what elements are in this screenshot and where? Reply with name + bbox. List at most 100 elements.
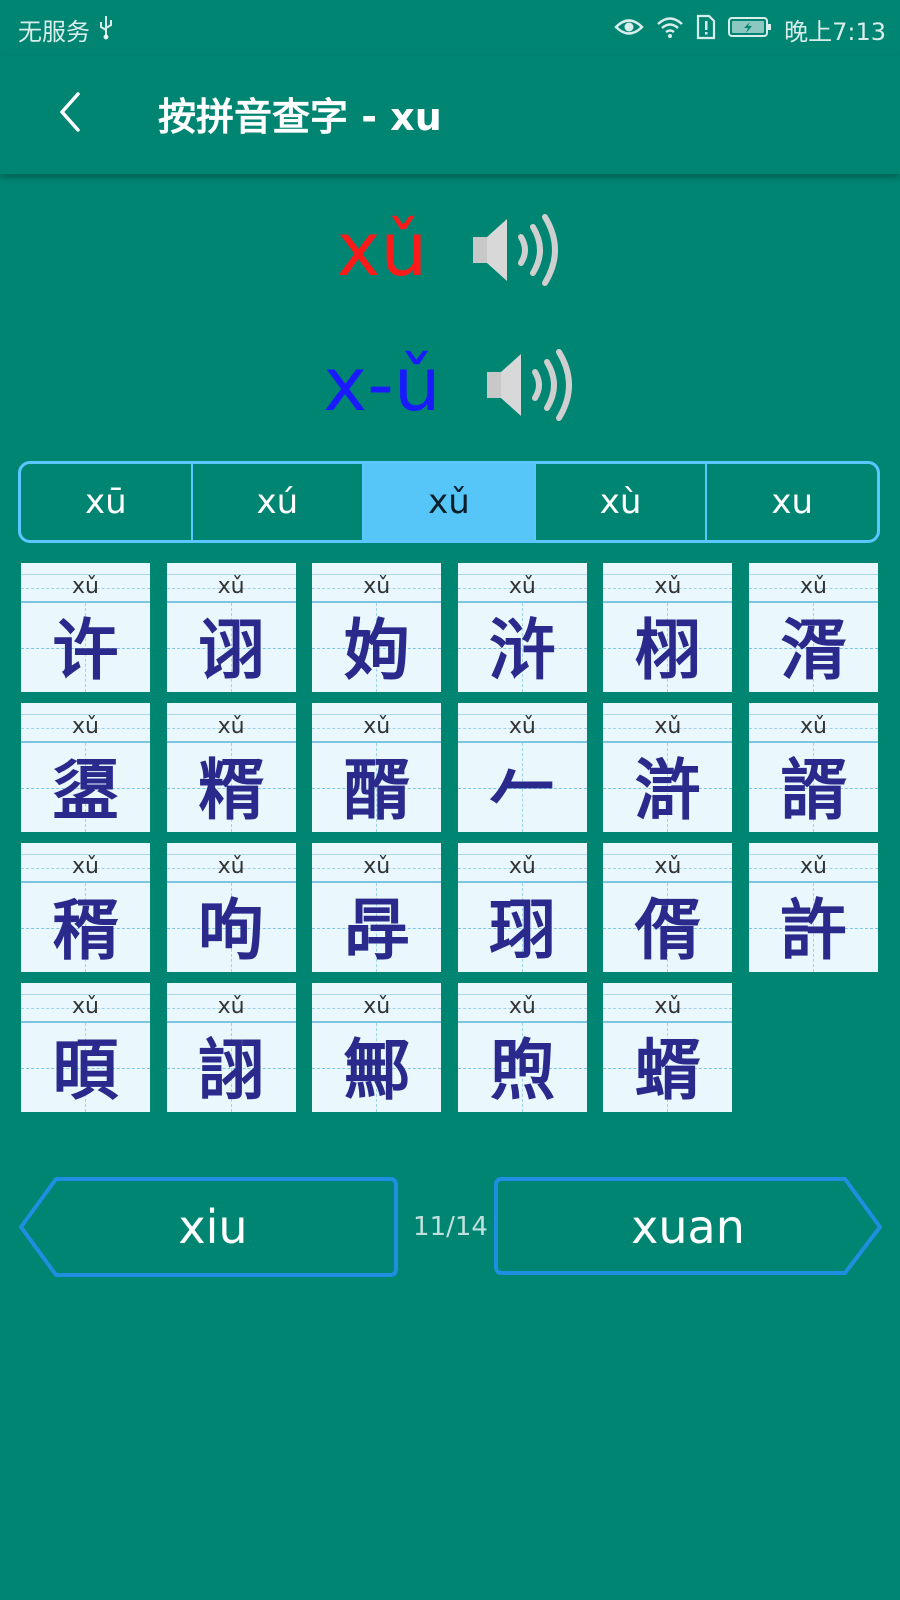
character-card[interactable]: xǔ 煦	[457, 983, 587, 1112]
character-card[interactable]: xǔ 稰	[21, 843, 150, 972]
character-glyph: 鄦	[343, 1032, 410, 1109]
character-pinyin: xǔ	[363, 994, 391, 1019]
character-pinyin: xǔ	[800, 854, 827, 879]
next-syllable-button[interactable]: xuan	[493, 1176, 883, 1278]
character-card[interactable]: xǔ 呴	[166, 843, 296, 972]
page-title: 按拼音查字 - xu	[158, 95, 442, 139]
character-glyph: 湑	[780, 612, 847, 689]
character-card[interactable]: xǔ 暊	[21, 983, 150, 1112]
character-glyph: 稰	[52, 892, 119, 969]
character-card[interactable]: xǔ 醑	[312, 703, 442, 832]
speaker-icon[interactable]	[471, 213, 563, 287]
character-card[interactable]: xǔ 鄦	[312, 983, 442, 1112]
character-card[interactable]: xǔ 诩	[166, 563, 296, 692]
character-glyph: 呴	[198, 892, 265, 969]
character-glyph: 暊	[52, 1032, 119, 1109]
character-pinyin: xǔ	[72, 574, 99, 599]
character-card[interactable]: xǔ 許	[749, 843, 878, 972]
app-bar: 按拼音查字 - xu	[0, 56, 900, 174]
character-glyph: 滸	[634, 752, 701, 829]
character-glyph: 许	[52, 612, 119, 689]
wifi-icon	[656, 15, 684, 45]
battery-icon	[728, 15, 772, 45]
back-button[interactable]	[40, 82, 100, 142]
speaker-icon[interactable]	[485, 348, 577, 422]
character-card[interactable]: xǔ 蝑	[603, 983, 733, 1112]
character-pinyin: xǔ	[363, 854, 391, 879]
character-pinyin: xǔ	[800, 574, 827, 599]
character-pinyin: xǔ	[217, 994, 245, 1019]
character-pinyin: xǔ	[654, 854, 682, 879]
tab-tone-4[interactable]: xù	[533, 464, 706, 540]
character-glyph: 蝑	[634, 1032, 701, 1109]
character-card[interactable]: xǔ 湑	[749, 563, 878, 692]
character-pinyin: xǔ	[508, 994, 536, 1019]
character-glyph: 盨	[52, 752, 119, 829]
character-card[interactable]: xǔ 冔	[312, 843, 442, 972]
usb-icon	[96, 14, 116, 46]
character-pinyin: xǔ	[217, 714, 245, 739]
character-pinyin: xǔ	[217, 574, 245, 599]
character-pinyin: xǔ	[508, 574, 536, 599]
character-card[interactable]: xǔ 𠂉	[457, 703, 587, 832]
character-glyph: 诩	[198, 612, 265, 689]
character-pinyin: xǔ	[72, 854, 99, 879]
eye-icon	[614, 16, 644, 44]
status-left: 无服务	[18, 12, 116, 47]
character-glyph: 浒	[489, 612, 556, 689]
tone-tabs: xū xú xǔ xù xu	[18, 461, 880, 543]
character-pinyin: xǔ	[217, 854, 245, 879]
next-syllable-label: xuan	[631, 1200, 745, 1254]
character-pinyin: xǔ	[72, 994, 99, 1019]
character-card[interactable]: xǔ 珝	[457, 843, 587, 972]
character-glyph: 醑	[343, 752, 410, 829]
sim-alert-icon	[696, 14, 716, 46]
tab-tone-neutral[interactable]: xu	[705, 464, 877, 540]
character-glyph: 糈	[198, 752, 265, 829]
spelled-text: x-ǔ	[323, 342, 441, 428]
character-pinyin: xǔ	[363, 574, 391, 599]
prev-syllable-label: xiu	[178, 1200, 248, 1254]
character-pinyin: xǔ	[508, 714, 536, 739]
character-card[interactable]: xǔ 糈	[166, 703, 296, 832]
tab-tone-2[interactable]: xú	[190, 464, 363, 540]
tab-tone-3[interactable]: xǔ	[362, 464, 534, 540]
character-card[interactable]: xǔ 许	[21, 563, 150, 692]
character-card[interactable]: xǔ 姁	[312, 563, 442, 692]
character-glyph: 姁	[343, 612, 410, 689]
prev-syllable-button[interactable]: xiu	[18, 1176, 408, 1278]
character-glyph: 詡	[198, 1032, 265, 1109]
tab-tone-1[interactable]: xū	[21, 464, 191, 540]
syllable-text: xǔ	[336, 207, 428, 293]
character-glyph: 煦	[489, 1032, 556, 1109]
character-card[interactable]: xǔ 偦	[603, 843, 733, 972]
character-glyph: 冔	[343, 892, 410, 969]
character-pinyin: xǔ	[654, 714, 682, 739]
character-card[interactable]: xǔ 盨	[21, 703, 150, 832]
character-glyph: 偦	[634, 892, 701, 969]
character-pinyin: xǔ	[363, 714, 391, 739]
status-bar: 无服务 晚上7:13	[0, 0, 900, 56]
status-right: 晚上7:13	[614, 12, 886, 47]
character-pinyin: xǔ	[654, 994, 682, 1019]
character-glyph: 許	[780, 892, 847, 969]
syllable-row: xǔ	[0, 200, 900, 300]
carrier-text: 无服务	[18, 18, 90, 46]
character-glyph: 𠂉	[489, 752, 556, 829]
character-pinyin: xǔ	[654, 574, 682, 599]
character-pinyin: xǔ	[508, 854, 536, 879]
page-indicator: 11/14	[413, 1212, 488, 1242]
character-card[interactable]: xǔ 栩	[603, 563, 733, 692]
character-pinyin: xǔ	[72, 714, 99, 739]
character-glyph: 栩	[634, 612, 701, 689]
character-glyph: 珝	[489, 892, 556, 969]
clock-text: 晚上7:13	[784, 18, 886, 46]
character-card[interactable]: xǔ 詡	[166, 983, 296, 1112]
character-card[interactable]: xǔ 滸	[603, 703, 733, 832]
spelled-row: x-ǔ	[0, 335, 900, 435]
character-glyph: 諝	[780, 752, 847, 829]
character-card[interactable]: xǔ 浒	[457, 563, 587, 692]
chevron-left-icon	[60, 92, 80, 132]
character-pinyin: xǔ	[800, 714, 827, 739]
character-card[interactable]: xǔ 諝	[749, 703, 878, 832]
